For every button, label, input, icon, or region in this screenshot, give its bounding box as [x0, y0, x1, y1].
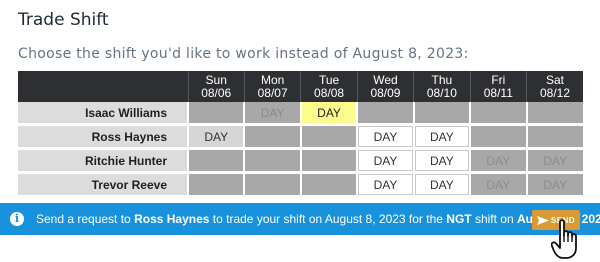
- shift-cell: [243, 148, 301, 174]
- shift-cell-current: DAY: [243, 102, 301, 126]
- shift-cell: [243, 124, 301, 150]
- shift-cell-available[interactable]: DAY: [356, 124, 414, 150]
- employee-name: Isaac Williams: [18, 102, 188, 126]
- day-header-thu: Thu 08/10: [413, 71, 471, 102]
- trade-shift-type: NGT: [446, 212, 472, 226]
- shift-cell-unavailable: DAY: [469, 148, 527, 174]
- shift-cell: [525, 102, 583, 126]
- trade-request-message: Send a request to Ross Haynes to trade y…: [36, 212, 600, 226]
- shift-cell: [186, 172, 245, 198]
- employee-row-ritchie-hunter: Ritchie Hunter DAY DAY DAY DAY: [18, 148, 583, 174]
- shift-cell: DAY: [186, 124, 245, 150]
- employee-row-trevor-reeve: Trevor Reeve DAY DAY DAY DAY: [18, 172, 583, 198]
- shift-cell: [299, 148, 358, 174]
- day-header-tue: Tue 08/08: [300, 71, 358, 102]
- paper-plane-icon: [536, 215, 549, 225]
- shift-cell: [299, 172, 358, 198]
- shift-cell-available[interactable]: DAY: [356, 148, 414, 174]
- shift-cell-unavailable: DAY: [525, 148, 583, 174]
- shift-cell: [186, 148, 245, 174]
- day-header-fri: Fri 08/11: [469, 71, 527, 102]
- day-header-sun: Sun 08/06: [187, 71, 245, 102]
- day-header-sat: Sat 08/12: [526, 71, 583, 102]
- page-subtitle: Choose the shift you'd like to work inst…: [18, 46, 469, 62]
- shift-cell-selected[interactable]: DAY: [299, 102, 358, 126]
- shift-cell: [469, 124, 527, 150]
- shift-cell: [469, 102, 527, 126]
- shift-cell: [525, 124, 583, 150]
- day-header-mon: Mon 08/07: [243, 71, 301, 102]
- grid-header-row: Sun 08/06 Mon 08/07 Tue 08/08 Wed 08/09 Thu 0…: [18, 71, 583, 102]
- shift-grid: Sun 08/06 Mon 08/07 Tue 08/08 Wed 08/09 Thu 0…: [18, 71, 583, 198]
- shift-cell: [299, 124, 358, 150]
- shift-cell: [243, 172, 301, 198]
- page-title: Trade Shift: [18, 10, 109, 30]
- employee-name: Ritchie Hunter: [18, 148, 188, 174]
- employee-name: Trevor Reeve: [18, 172, 188, 198]
- employee-row-ross-haynes: Ross Haynes DAY DAY DAY: [18, 124, 583, 150]
- shift-cell-available[interactable]: DAY: [412, 172, 471, 198]
- trade-request-banner: i Send a request to Ross Haynes to trade…: [0, 203, 600, 235]
- shift-cell: [412, 102, 471, 126]
- info-icon: i: [10, 212, 24, 226]
- day-header-wed: Wed 08/09: [356, 71, 414, 102]
- grid-corner: [18, 71, 188, 102]
- shift-cell-available[interactable]: DAY: [356, 172, 414, 198]
- shift-cell: [356, 102, 414, 126]
- shift-cell-available[interactable]: DAY: [412, 148, 471, 174]
- shift-cell-available[interactable]: DAY: [412, 124, 471, 150]
- employee-row-isaac-williams: Isaac Williams DAY DAY: [18, 102, 583, 126]
- shift-cell-unavailable: DAY: [469, 172, 527, 198]
- employee-name: Ross Haynes: [18, 124, 188, 150]
- shift-cell-unavailable: DAY: [525, 172, 583, 198]
- trade-person: Ross Haynes: [134, 212, 210, 226]
- hand-cursor-icon: [551, 219, 577, 259]
- shift-cell: [186, 102, 245, 126]
